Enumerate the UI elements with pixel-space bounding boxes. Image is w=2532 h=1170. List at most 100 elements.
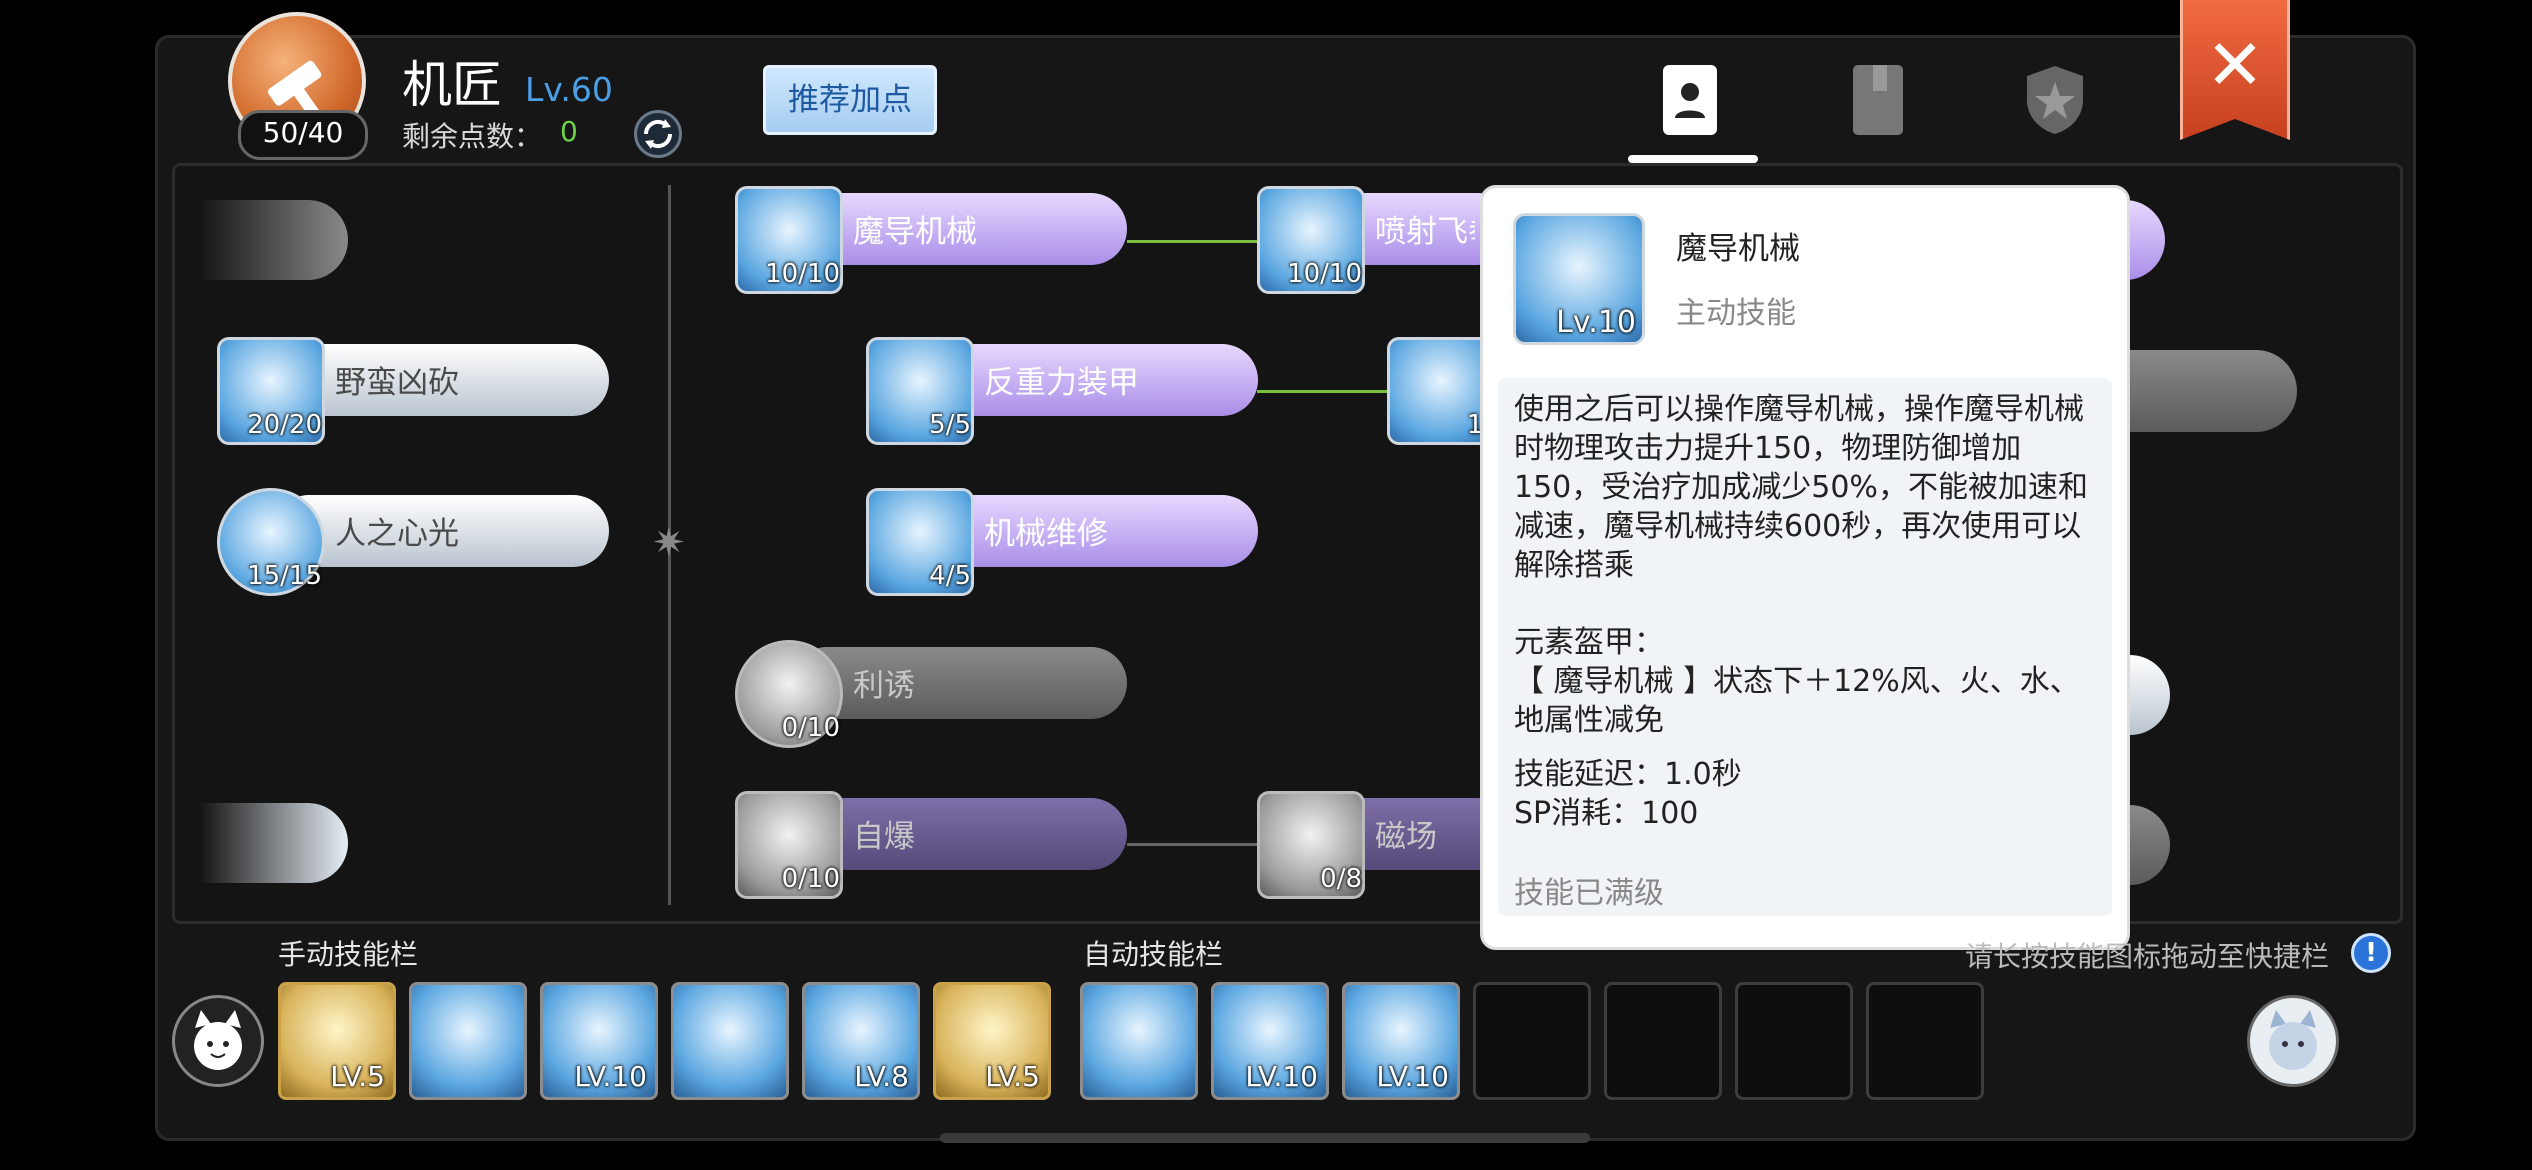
sun-icon: 15/15 (217, 488, 325, 596)
tooltip-element-title: 元素盔甲： (1514, 625, 1664, 660)
skill-node-magnetic-field[interactable]: 0/8 磁场 (1257, 791, 1513, 899)
reset-points-button[interactable] (634, 110, 682, 158)
armor-icon: 5/5 (866, 337, 974, 445)
recommend-points-button[interactable]: 推荐加点 (763, 65, 937, 135)
drill-icon: 1/ (1387, 337, 1495, 445)
tooltip-element-text: 【 魔导机械 】状态下＋12%风、火、水、地属性减免 (1514, 664, 2080, 738)
class-level: Lv.60 (525, 70, 613, 109)
manual-slot[interactable]: LV.8 (802, 982, 920, 1100)
skill-node-hidden[interactable]: 1/ (1387, 337, 1495, 445)
auto-slot[interactable] (1473, 982, 1591, 1100)
fist-icon: 10/10 (1257, 186, 1365, 294)
skill-node-lure[interactable]: 0/10 利诱 (735, 640, 1127, 748)
auto-slot[interactable] (1080, 982, 1198, 1100)
tooltip-skill-name: 魔导机械 (1676, 231, 1800, 267)
skill-level: 0/10 (781, 864, 840, 894)
skill-name: 机械维修 (984, 516, 1108, 552)
skill-name: 魔导机械 (853, 214, 977, 250)
skill-tooltip: Lv.10 魔导机械 主动技能 使用之后可以操作魔导机械，操作魔导机械时物理攻击… (1480, 185, 2130, 950)
auto-slot[interactable] (1735, 982, 1853, 1100)
tooltip-body: 使用之后可以操作魔导机械，操作魔导机械时物理攻击力提升150，物理防御增加150… (1498, 378, 2112, 916)
explosion-icon: 0/10 (735, 791, 843, 899)
cat-face-icon (194, 1010, 242, 1070)
manual-slot[interactable]: LV.5 (278, 982, 396, 1100)
slot-level: LV.10 (1376, 1060, 1449, 1093)
tab-codex[interactable] (1843, 60, 1913, 140)
slash-icon: 20/20 (217, 337, 325, 445)
skill-node-heart-light[interactable]: 15/15 人之心光 (217, 488, 609, 596)
cat-avatar-left[interactable] (172, 995, 264, 1087)
skill-name: 人之心光 (335, 516, 459, 552)
skill-name: 野蛮凶砍 (335, 365, 459, 401)
manual-slot[interactable]: LV.5 (933, 982, 1051, 1100)
skill-connector (1127, 240, 1257, 243)
skill-connector (1257, 390, 1387, 393)
drag-hint-text: 请长按技能图标拖动至快捷栏 (1965, 940, 2330, 973)
manual-slot[interactable]: LV.10 (540, 982, 658, 1100)
refresh-icon (643, 119, 673, 149)
tooltip-sp-cost: SP消耗：100 (1514, 796, 1699, 831)
class-name: 机匠 (402, 56, 502, 114)
skill-level: 10/10 (765, 259, 840, 289)
skill-name: 磁场 (1375, 819, 1437, 855)
divider-ornament-icon: ✷ (652, 520, 686, 566)
tooltip-skill-level: Lv.10 (1556, 305, 1636, 340)
slot-level: LV.8 (854, 1060, 909, 1093)
skill-node-partial[interactable] (200, 803, 348, 883)
manual-slot[interactable] (409, 982, 527, 1100)
magnet-icon: 0/8 (1257, 791, 1365, 899)
job-level-pill: 50/40 (238, 110, 368, 160)
skill-level: 10/10 (1287, 259, 1362, 289)
tooltip-maxed-status: 技能已满级 (1514, 876, 1664, 911)
skill-name: 喷射飞拳 (1375, 214, 1475, 250)
remaining-points-label: 剩余点数： (402, 120, 543, 153)
skill-level: 20/20 (247, 410, 322, 440)
skill-level: 4/5 (929, 561, 971, 591)
wrench-icon: 4/5 (866, 488, 974, 596)
scroll-indicator (940, 1133, 1590, 1143)
skill-node-mech-repair[interactable]: 4/5 机械维修 (866, 488, 1258, 596)
skill-level: 15/15 (247, 561, 322, 591)
slot-level: LV.10 (574, 1060, 647, 1093)
close-button[interactable]: ✕ (2180, 0, 2290, 140)
tab-skill-book[interactable] (1655, 60, 1725, 140)
manual-skill-bar-title: 手动技能栏 (278, 938, 419, 971)
slot-level: LV.5 (985, 1060, 1040, 1093)
mech-icon: 10/10 (735, 186, 843, 294)
auto-slot[interactable]: LV.10 (1342, 982, 1460, 1100)
contact-book-icon (1663, 65, 1717, 135)
active-tab-indicator (1628, 155, 1758, 163)
skill-name: 反重力装甲 (984, 365, 1139, 401)
skill-connector (1127, 843, 1257, 846)
skill-level: 5/5 (929, 410, 971, 440)
swirl-icon: 0/10 (735, 640, 843, 748)
skill-node-jet-fist[interactable]: 10/10 喷射飞拳 (1257, 186, 1513, 294)
info-icon[interactable]: ! (2351, 933, 2391, 973)
mech-icon: Lv.10 (1513, 213, 1645, 345)
skill-node-magitech[interactable]: 10/10 魔导机械 (735, 186, 1127, 294)
tab-rank[interactable] (2015, 60, 2085, 140)
star-shield-icon (2027, 66, 2083, 134)
skill-node-partial[interactable] (200, 200, 348, 280)
auto-slot[interactable] (1866, 982, 1984, 1100)
skill-node-savage-slash[interactable]: 20/20 野蛮凶砍 (217, 337, 609, 445)
slot-level: LV.5 (330, 1060, 385, 1093)
skill-level: 0/8 (1320, 864, 1362, 894)
close-icon: ✕ (2205, 24, 2265, 106)
tooltip-skill-type: 主动技能 (1676, 296, 1796, 331)
skill-node-partial[interactable] (2125, 350, 2297, 432)
skill-name: 利诱 (853, 668, 915, 704)
book-icon (1853, 65, 1903, 135)
skill-node-self-destruct[interactable]: 0/10 自爆 (735, 791, 1127, 899)
auto-skill-bar-title: 自动技能栏 (1083, 938, 1224, 971)
auto-slot[interactable]: LV.10 (1211, 982, 1329, 1100)
tooltip-description: 使用之后可以操作魔导机械，操作魔导机械时物理攻击力提升150，物理防御增加150… (1514, 392, 2088, 583)
tooltip-cast-delay: 技能延迟：1.0秒 (1514, 757, 1742, 792)
cat-face-icon (2269, 1010, 2317, 1070)
skill-node-antigravity-armor[interactable]: 5/5 反重力装甲 (866, 337, 1258, 445)
remaining-points-value: 0 (560, 115, 578, 148)
auto-slot[interactable] (1604, 982, 1722, 1100)
manual-slot[interactable] (671, 982, 789, 1100)
cat-avatar-right[interactable] (2247, 995, 2339, 1087)
slot-level: LV.10 (1245, 1060, 1318, 1093)
